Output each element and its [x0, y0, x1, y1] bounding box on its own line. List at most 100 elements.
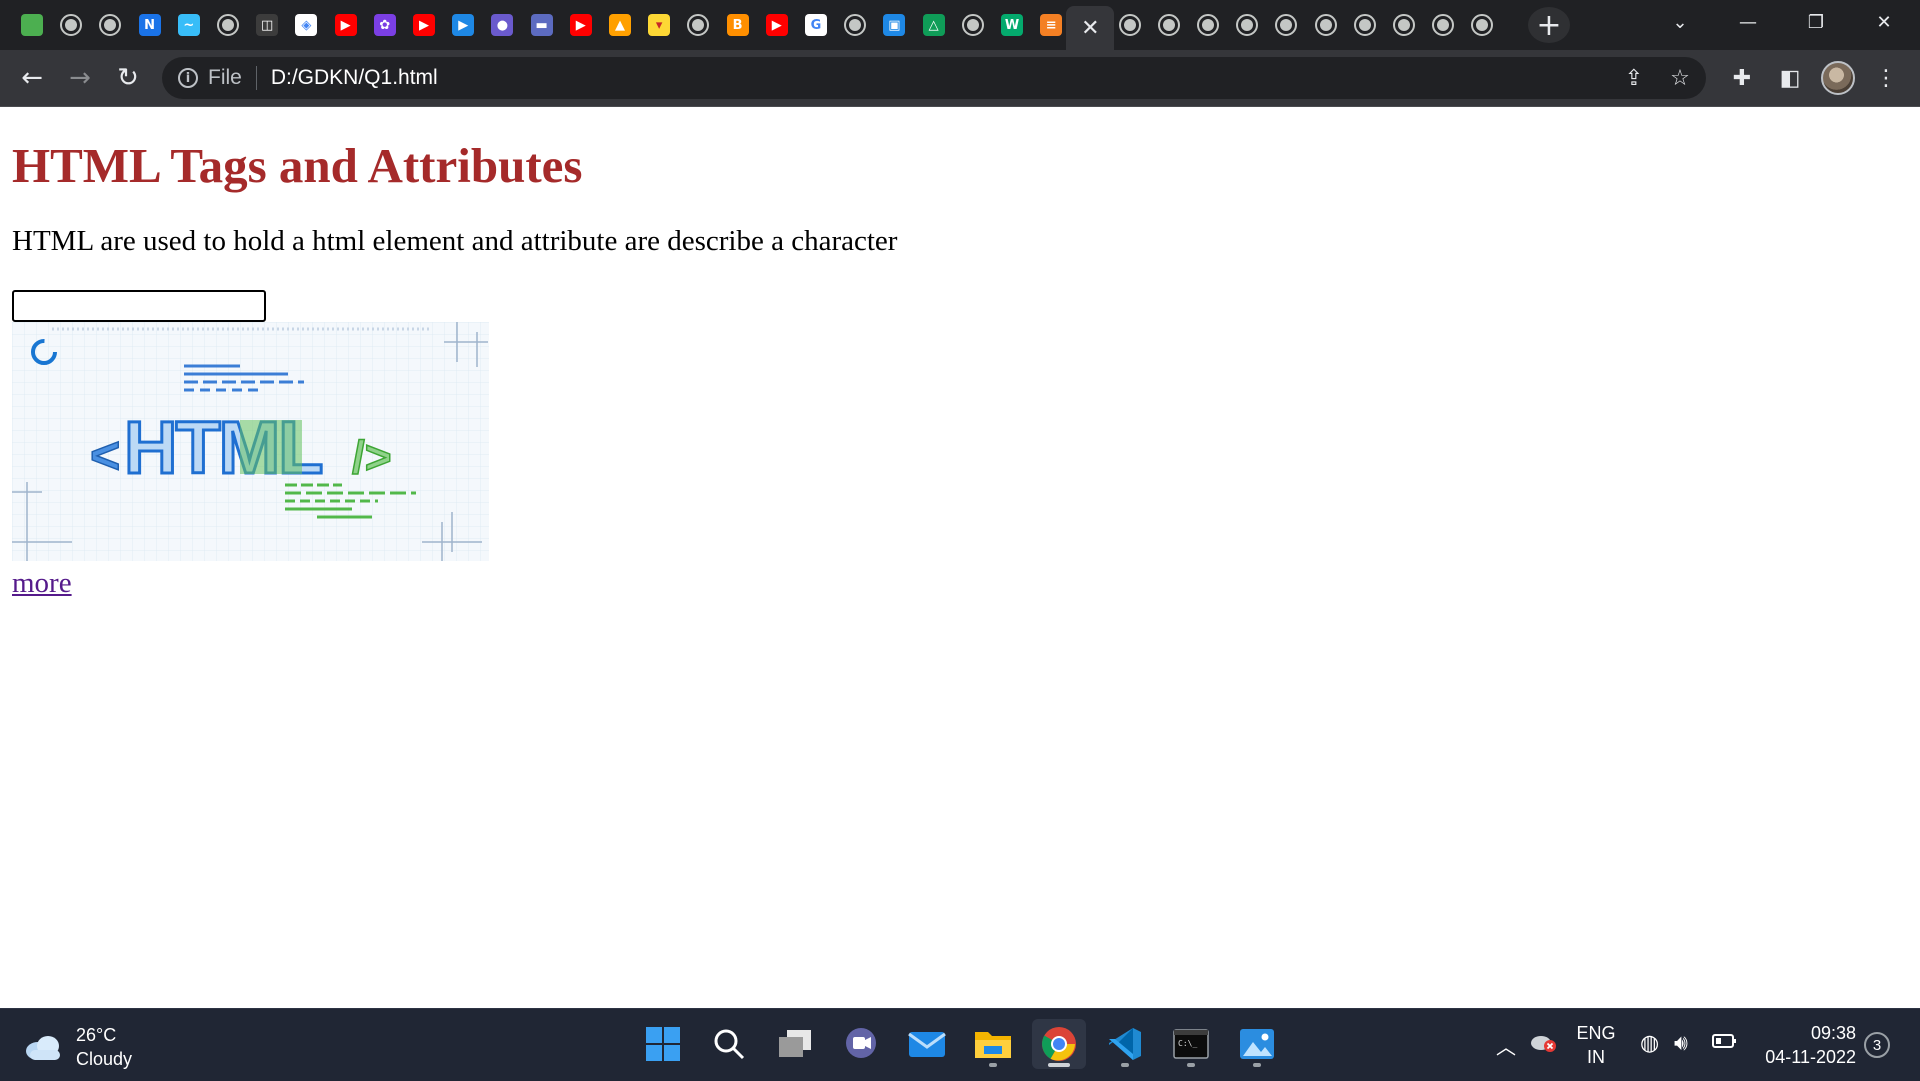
running-indicator: [1253, 1063, 1261, 1067]
side-panel-icon[interactable]: ◧: [1770, 58, 1810, 98]
book-favicon-icon: ◫: [256, 14, 279, 36]
browser-tab[interactable]: ▶: [406, 6, 442, 44]
mail-icon: [908, 1032, 946, 1057]
browser-tab[interactable]: ▬: [524, 6, 560, 44]
browser-tab[interactable]: [1268, 6, 1304, 44]
globe-favicon-icon: [1353, 14, 1376, 36]
share-icon[interactable]: ⇪: [1614, 57, 1654, 99]
diamond-favicon-icon: ◈: [295, 14, 318, 36]
orb-favicon-icon: ●: [491, 14, 514, 36]
browser-tab[interactable]: W: [994, 6, 1030, 44]
arrow-left-icon: ←: [21, 63, 43, 93]
terminal-app[interactable]: C:\_: [1164, 1019, 1218, 1069]
running-indicator: [1187, 1063, 1195, 1067]
profile-button[interactable]: [1818, 58, 1858, 98]
file-explorer-app[interactable]: [966, 1019, 1020, 1069]
extensions-puzzle-icon[interactable]: ✚: [1722, 58, 1762, 98]
notification-center-badge[interactable]: 3: [1864, 1032, 1890, 1058]
menu-button[interactable]: ⋮: [1866, 58, 1906, 98]
vscode-app[interactable]: [1098, 1019, 1152, 1069]
browser-tab[interactable]: ≡: [1033, 6, 1069, 44]
browser-tab[interactable]: ▾: [641, 6, 677, 44]
browser-tab[interactable]: [1386, 6, 1422, 44]
browser-tab[interactable]: ✿: [367, 6, 403, 44]
browser-tab[interactable]: [1190, 6, 1226, 44]
info-icon[interactable]: i: [178, 68, 198, 88]
tab-search-button[interactable]: ⌄: [1648, 0, 1712, 44]
browser-tab[interactable]: B: [720, 6, 756, 44]
new-tab-button[interactable]: +: [1528, 7, 1570, 43]
browser-tab[interactable]: △: [916, 6, 952, 44]
globe-favicon-icon: [1275, 14, 1298, 36]
language-code: ENG: [1576, 1023, 1616, 1043]
browser-tab[interactable]: ▣: [876, 6, 912, 44]
network-globe-icon[interactable]: ◍: [1640, 1031, 1659, 1056]
browser-tab[interactable]: [53, 6, 89, 44]
task-view-button[interactable]: [768, 1019, 822, 1069]
text-input[interactable]: [12, 290, 266, 322]
browser-tab[interactable]: [1425, 6, 1461, 44]
browser-tab[interactable]: [210, 6, 246, 44]
browser-tab-active[interactable]: ✕: [1066, 6, 1115, 50]
chrome-app[interactable]: [1032, 1019, 1086, 1069]
browser-tab[interactable]: ◈: [288, 6, 324, 44]
browser-tab[interactable]: [955, 6, 991, 44]
browser-tab[interactable]: [837, 6, 873, 44]
mail-app[interactable]: [900, 1019, 954, 1069]
reload-button[interactable]: ↻: [108, 58, 148, 98]
weather-temperature: 26°C: [76, 1025, 117, 1045]
browser-tab[interactable]: ◫: [249, 6, 285, 44]
globe-favicon-icon: [1197, 14, 1219, 36]
teams-chat-button[interactable]: [834, 1019, 888, 1069]
browser-tab[interactable]: [1112, 6, 1148, 44]
bookmark-star-icon[interactable]: ☆: [1660, 57, 1700, 99]
browser-tab[interactable]: N: [132, 6, 168, 44]
globe-favicon-icon: [844, 14, 867, 36]
url-text[interactable]: D:/GDKN/Q1.html: [271, 66, 438, 90]
browser-tab[interactable]: [92, 6, 128, 44]
browser-tab[interactable]: ▲: [602, 6, 638, 44]
browser-tab[interactable]: ▶: [563, 6, 599, 44]
back-button[interactable]: ←: [12, 58, 52, 98]
web-page-content: HTML Tags and Attributes HTML are used t…: [0, 107, 1920, 1008]
browser-tab[interactable]: [1229, 6, 1265, 44]
browser-tab[interactable]: ●: [484, 6, 520, 44]
browser-tab[interactable]: ~: [171, 6, 207, 44]
browser-tab[interactable]: ▶: [445, 6, 481, 44]
onedrive-error-icon[interactable]: [1530, 1031, 1558, 1059]
more-link[interactable]: more: [12, 567, 72, 600]
close-window-button[interactable]: ✕: [1852, 0, 1916, 44]
browser-tab[interactable]: [680, 6, 716, 44]
notion-favicon-icon: N: [138, 14, 161, 36]
weather-widget[interactable]: 26°C Cloudy: [24, 1023, 132, 1071]
browser-tab[interactable]: [1464, 6, 1500, 44]
minimize-button[interactable]: —: [1716, 0, 1780, 44]
forward-button[interactable]: →: [60, 58, 100, 98]
start-button[interactable]: [636, 1019, 690, 1069]
browser-tab[interactable]: [1308, 6, 1344, 44]
browser-tab[interactable]: G: [798, 6, 834, 44]
photos-app[interactable]: [1230, 1019, 1284, 1069]
chrome-icon: [1042, 1027, 1076, 1061]
browser-tab[interactable]: ▶: [759, 6, 795, 44]
close-icon[interactable]: ✕: [1081, 16, 1099, 41]
search-button[interactable]: [702, 1019, 756, 1069]
arrow-right-icon: →: [69, 63, 91, 93]
globe-favicon-icon: [217, 14, 239, 36]
address-bar[interactable]: i File D:/GDKN/Q1.html ⇪ ☆: [162, 57, 1706, 99]
volume-icon[interactable]: 🔊︎: [1674, 1031, 1688, 1056]
clock[interactable]: 09:38 04-11-2022: [1756, 1021, 1856, 1069]
browser-toolbar: ← → ↻ i File D:/GDKN/Q1.html ⇪ ☆ ✚ ◧ ⋮: [0, 50, 1920, 107]
restore-button[interactable]: ❐: [1784, 0, 1848, 44]
reload-icon: ↻: [117, 63, 139, 93]
omnibox-divider: [255, 66, 257, 90]
svg-text:C:\_: C:\_: [1178, 1039, 1197, 1048]
browser-tab[interactable]: ▶: [328, 6, 364, 44]
battery-icon[interactable]: [1712, 1031, 1738, 1057]
browser-tab[interactable]: [1151, 6, 1187, 44]
browser-tab[interactable]: [14, 6, 50, 44]
language-indicator[interactable]: ENG IN: [1574, 1021, 1618, 1069]
browser-tab[interactable]: [1347, 6, 1383, 44]
chevron-up-icon[interactable]: ︿: [1496, 1031, 1516, 1060]
folder-icon: [975, 1032, 1011, 1058]
